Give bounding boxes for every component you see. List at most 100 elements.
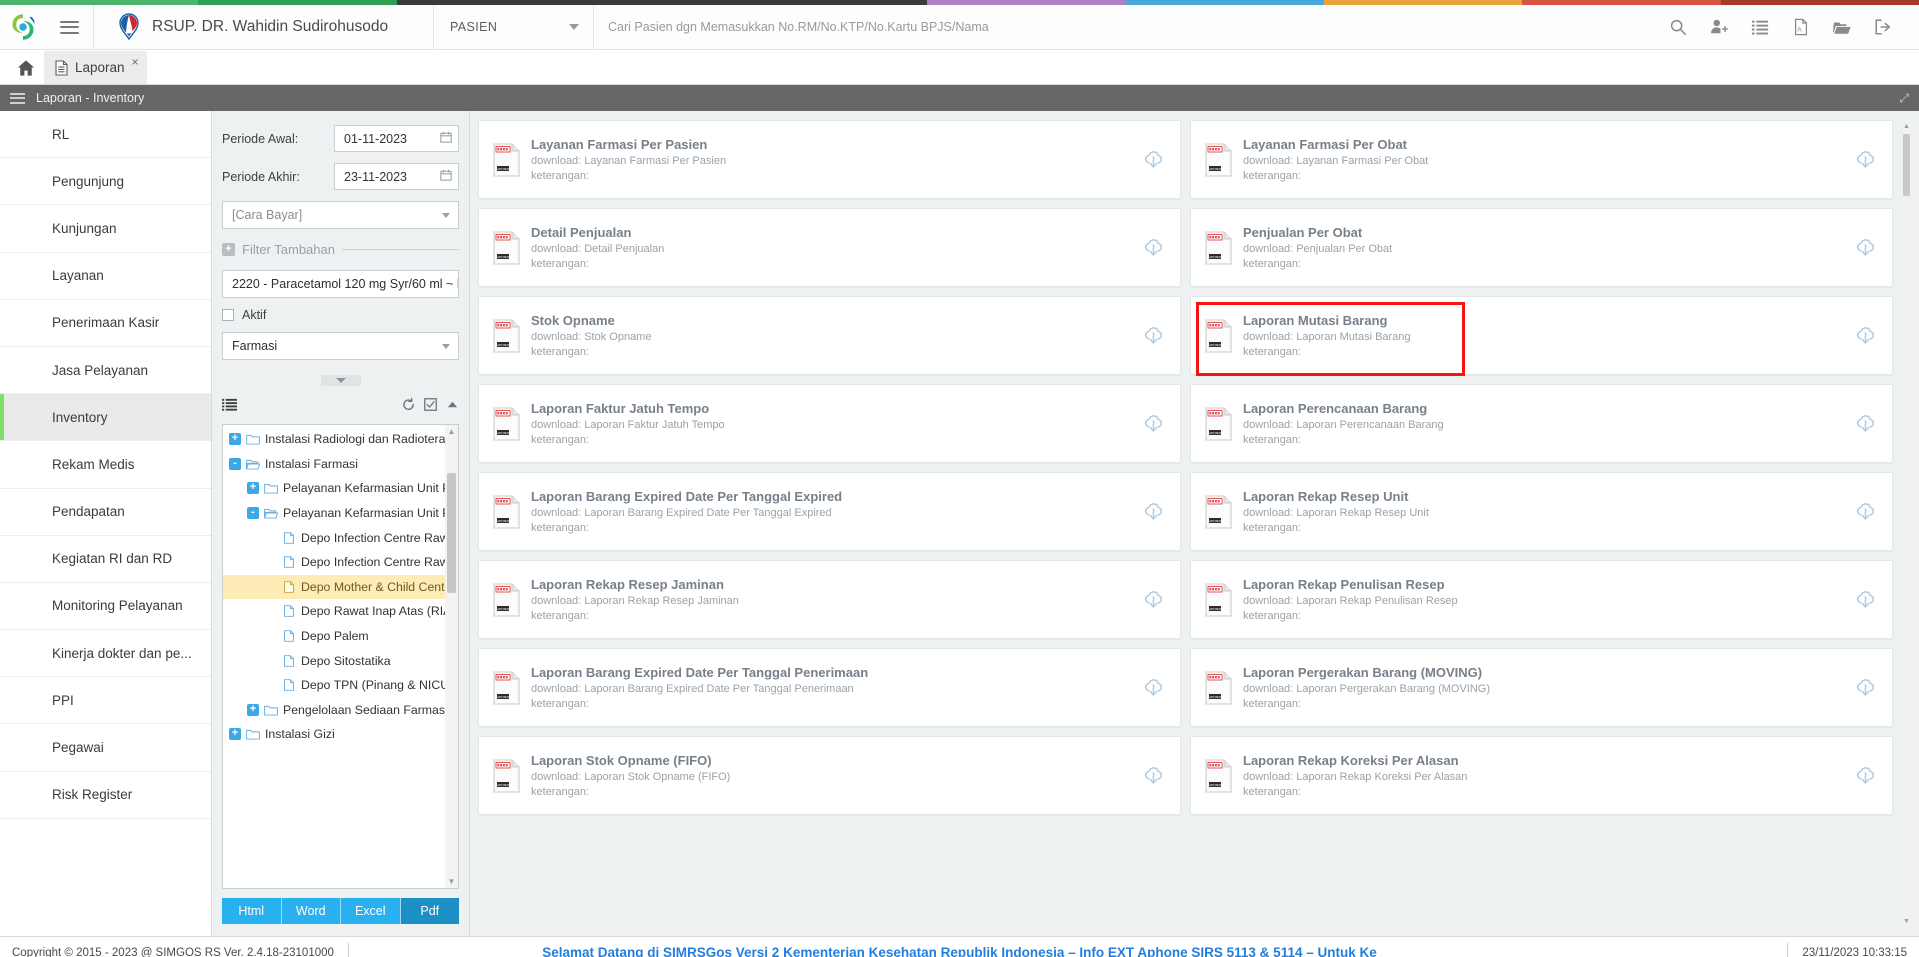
download-button[interactable] — [1855, 237, 1876, 258]
aktif-checkbox-row[interactable]: Aktif — [222, 308, 459, 322]
download-button[interactable] — [1143, 149, 1164, 170]
tree-node[interactable]: Depo Palem — [223, 624, 458, 649]
tab-laporan[interactable]: Laporan × — [44, 51, 147, 84]
filter-tambahan-header[interactable]: + Filter Tambahan — [222, 242, 459, 257]
panel-collapse-handle[interactable] — [320, 375, 361, 386]
periode-awal-input[interactable]: 01-11-2023 — [334, 125, 459, 152]
download-cloud-icon[interactable] — [1143, 501, 1164, 522]
sidebar-item-pendapatan[interactable]: Pendapatan — [0, 489, 211, 536]
aktif-checkbox[interactable] — [222, 309, 234, 321]
download-button[interactable] — [1855, 149, 1876, 170]
report-card[interactable]: LAPORAN Laporan Mutasi Barang download: L… — [1190, 296, 1893, 376]
download-button[interactable] — [1143, 589, 1164, 610]
scroll-up-icon[interactable]: ▲ — [1902, 120, 1911, 132]
list-icon[interactable] — [1739, 5, 1780, 49]
download-cloud-icon[interactable] — [1855, 413, 1876, 434]
sidebar-item-kegiatan-ri-dan-rd[interactable]: Kegiatan RI dan RD — [0, 536, 211, 583]
download-button[interactable] — [1143, 237, 1164, 258]
sidebar-item-rl[interactable]: RL — [0, 111, 211, 159]
download-button[interactable] — [1143, 765, 1164, 786]
sidebar-item-pengunjung[interactable]: Pengunjung — [0, 158, 211, 206]
close-icon[interactable]: × — [132, 55, 139, 69]
calendar-icon[interactable] — [440, 169, 452, 184]
download-button[interactable] — [1855, 589, 1876, 610]
caret-up-icon[interactable] — [446, 398, 459, 416]
sidebar-item-kinerja-dokter-dan-pe[interactable]: Kinerja dokter dan pe... — [0, 630, 211, 678]
tree-scrollbar[interactable]: ▲ ▼ — [445, 425, 458, 888]
download-button[interactable] — [1143, 325, 1164, 346]
tree-node[interactable]: Depo Rawat Inap Atas (RIA) — [223, 599, 458, 624]
sidebar-item-layanan[interactable]: Layanan — [0, 253, 211, 300]
sidebar-item-jasa-pelayanan[interactable]: Jasa Pelayanan — [0, 347, 211, 395]
tree-node[interactable]: - Pelayanan Kefarmasian Unit Pe... — [223, 501, 458, 526]
unit-select[interactable]: Farmasi — [222, 332, 459, 360]
sidebar-toggle-button[interactable] — [46, 5, 94, 49]
download-cloud-icon[interactable] — [1855, 149, 1876, 170]
app-logo[interactable] — [0, 5, 46, 49]
tree-node[interactable]: - Instalasi Farmasi — [223, 452, 458, 477]
download-button[interactable] — [1855, 765, 1876, 786]
tree-node[interactable]: Depo Infection Centre Rawa... — [223, 550, 458, 575]
download-cloud-icon[interactable] — [1855, 237, 1876, 258]
report-scrollbar[interactable]: ▲ ▼ — [1902, 120, 1911, 927]
sidebar-item-ppi[interactable]: PPI — [0, 677, 211, 725]
download-cloud-icon[interactable] — [1143, 237, 1164, 258]
download-cloud-icon[interactable] — [1143, 677, 1164, 698]
export-button-excel[interactable]: Excel — [341, 898, 401, 924]
download-cloud-icon[interactable] — [1855, 325, 1876, 346]
report-card[interactable]: LAPORAN Laporan Rekap Resep Jaminan downl… — [478, 560, 1181, 639]
tree-node[interactable]: + Pengelolaan Sediaan Farmasi, A... — [223, 698, 458, 723]
report-card[interactable]: LAPORAN Laporan Stok Opname (FIFO) downlo… — [478, 736, 1181, 815]
report-card[interactable]: LAPORAN Layanan Farmasi Per Pasien downlo… — [478, 120, 1181, 199]
download-cloud-icon[interactable] — [1143, 413, 1164, 434]
tree-node[interactable]: + Instalasi Radiologi dan Radioterapi — [223, 427, 458, 452]
report-card[interactable]: LAPORAN Laporan Perencanaan Barang downlo… — [1190, 384, 1893, 463]
scroll-down-icon[interactable]: ▼ — [1902, 915, 1911, 927]
download-button[interactable] — [1855, 501, 1876, 522]
report-card[interactable]: LAPORAN Penjualan Per Obat download: Penj… — [1190, 208, 1893, 287]
report-card[interactable]: LAPORAN Detail Penjualan download: Detail… — [478, 208, 1181, 287]
download-button[interactable] — [1143, 413, 1164, 434]
scroll-down-icon[interactable]: ▼ — [445, 875, 458, 888]
tree-node[interactable]: + Instalasi Gizi — [223, 722, 458, 747]
scroll-up-icon[interactable]: ▲ — [445, 425, 458, 438]
download-cloud-icon[interactable] — [1855, 677, 1876, 698]
report-card[interactable]: LAPORAN Laporan Barang Expired Date Per … — [478, 648, 1181, 727]
download-cloud-icon[interactable] — [1855, 765, 1876, 786]
check-all-icon[interactable] — [424, 398, 437, 416]
download-button[interactable] — [1143, 501, 1164, 522]
sidebar-item-penerimaan-kasir[interactable]: Penerimaan Kasir — [0, 300, 211, 347]
download-cloud-icon[interactable] — [1143, 149, 1164, 170]
export-button-html[interactable]: Html — [222, 898, 282, 924]
download-button[interactable] — [1143, 677, 1164, 698]
hamburger-icon[interactable] — [10, 90, 25, 106]
report-card[interactable]: LAPORAN Laporan Rekap Resep Unit download… — [1190, 472, 1893, 551]
calendar-icon[interactable] — [440, 131, 452, 146]
tree-node[interactable]: Depo TPN (Pinang & NICU) — [223, 673, 458, 698]
sidebar-item-monitoring-pelayanan[interactable]: Monitoring Pelayanan — [0, 583, 211, 631]
list-view-icon[interactable] — [222, 398, 237, 417]
tree-collapse-icon[interactable]: - — [229, 457, 241, 470]
report-card[interactable]: LAPORAN Stok Opname download: Stok Opname… — [478, 296, 1181, 375]
download-button[interactable] — [1855, 413, 1876, 434]
logout-icon[interactable] — [1862, 5, 1903, 49]
folder-open-icon[interactable] — [1821, 5, 1862, 49]
cara-bayar-select[interactable]: [Cara Bayar] — [222, 201, 459, 229]
download-cloud-icon[interactable] — [1855, 589, 1876, 610]
scroll-thumb[interactable] — [447, 473, 456, 593]
scroll-thumb[interactable] — [1903, 134, 1910, 196]
tree-node[interactable]: + Pelayanan Kefarmasian Unit Pe... — [223, 476, 458, 501]
sidebar-item-risk-register[interactable]: Risk Register — [0, 772, 211, 819]
download-button[interactable] — [1855, 677, 1876, 698]
sidebar-item-kunjungan[interactable]: Kunjungan — [0, 205, 211, 253]
report-card[interactable]: LAPORAN Laporan Barang Expired Date Per … — [478, 472, 1181, 551]
download-cloud-icon[interactable] — [1855, 501, 1876, 522]
periode-akhir-input[interactable]: 23-11-2023 — [334, 163, 459, 190]
add-user-icon[interactable] — [1698, 5, 1739, 49]
obat-combo[interactable]: 2220 - Paracetamol 120 mg Syr/60 ml ~ Bo… — [222, 270, 459, 298]
tree-expand-icon[interactable]: + — [247, 703, 259, 716]
tree-collapse-icon[interactable]: - — [247, 507, 259, 520]
report-card[interactable]: LAPORAN Laporan Pergerakan Barang (MOVIN… — [1190, 648, 1893, 727]
patient-search-field[interactable]: Cari Pasien dgn Memasukkan No.RM/No.KTP/… — [594, 5, 1657, 49]
export-button-pdf[interactable]: Pdf — [400, 898, 459, 924]
